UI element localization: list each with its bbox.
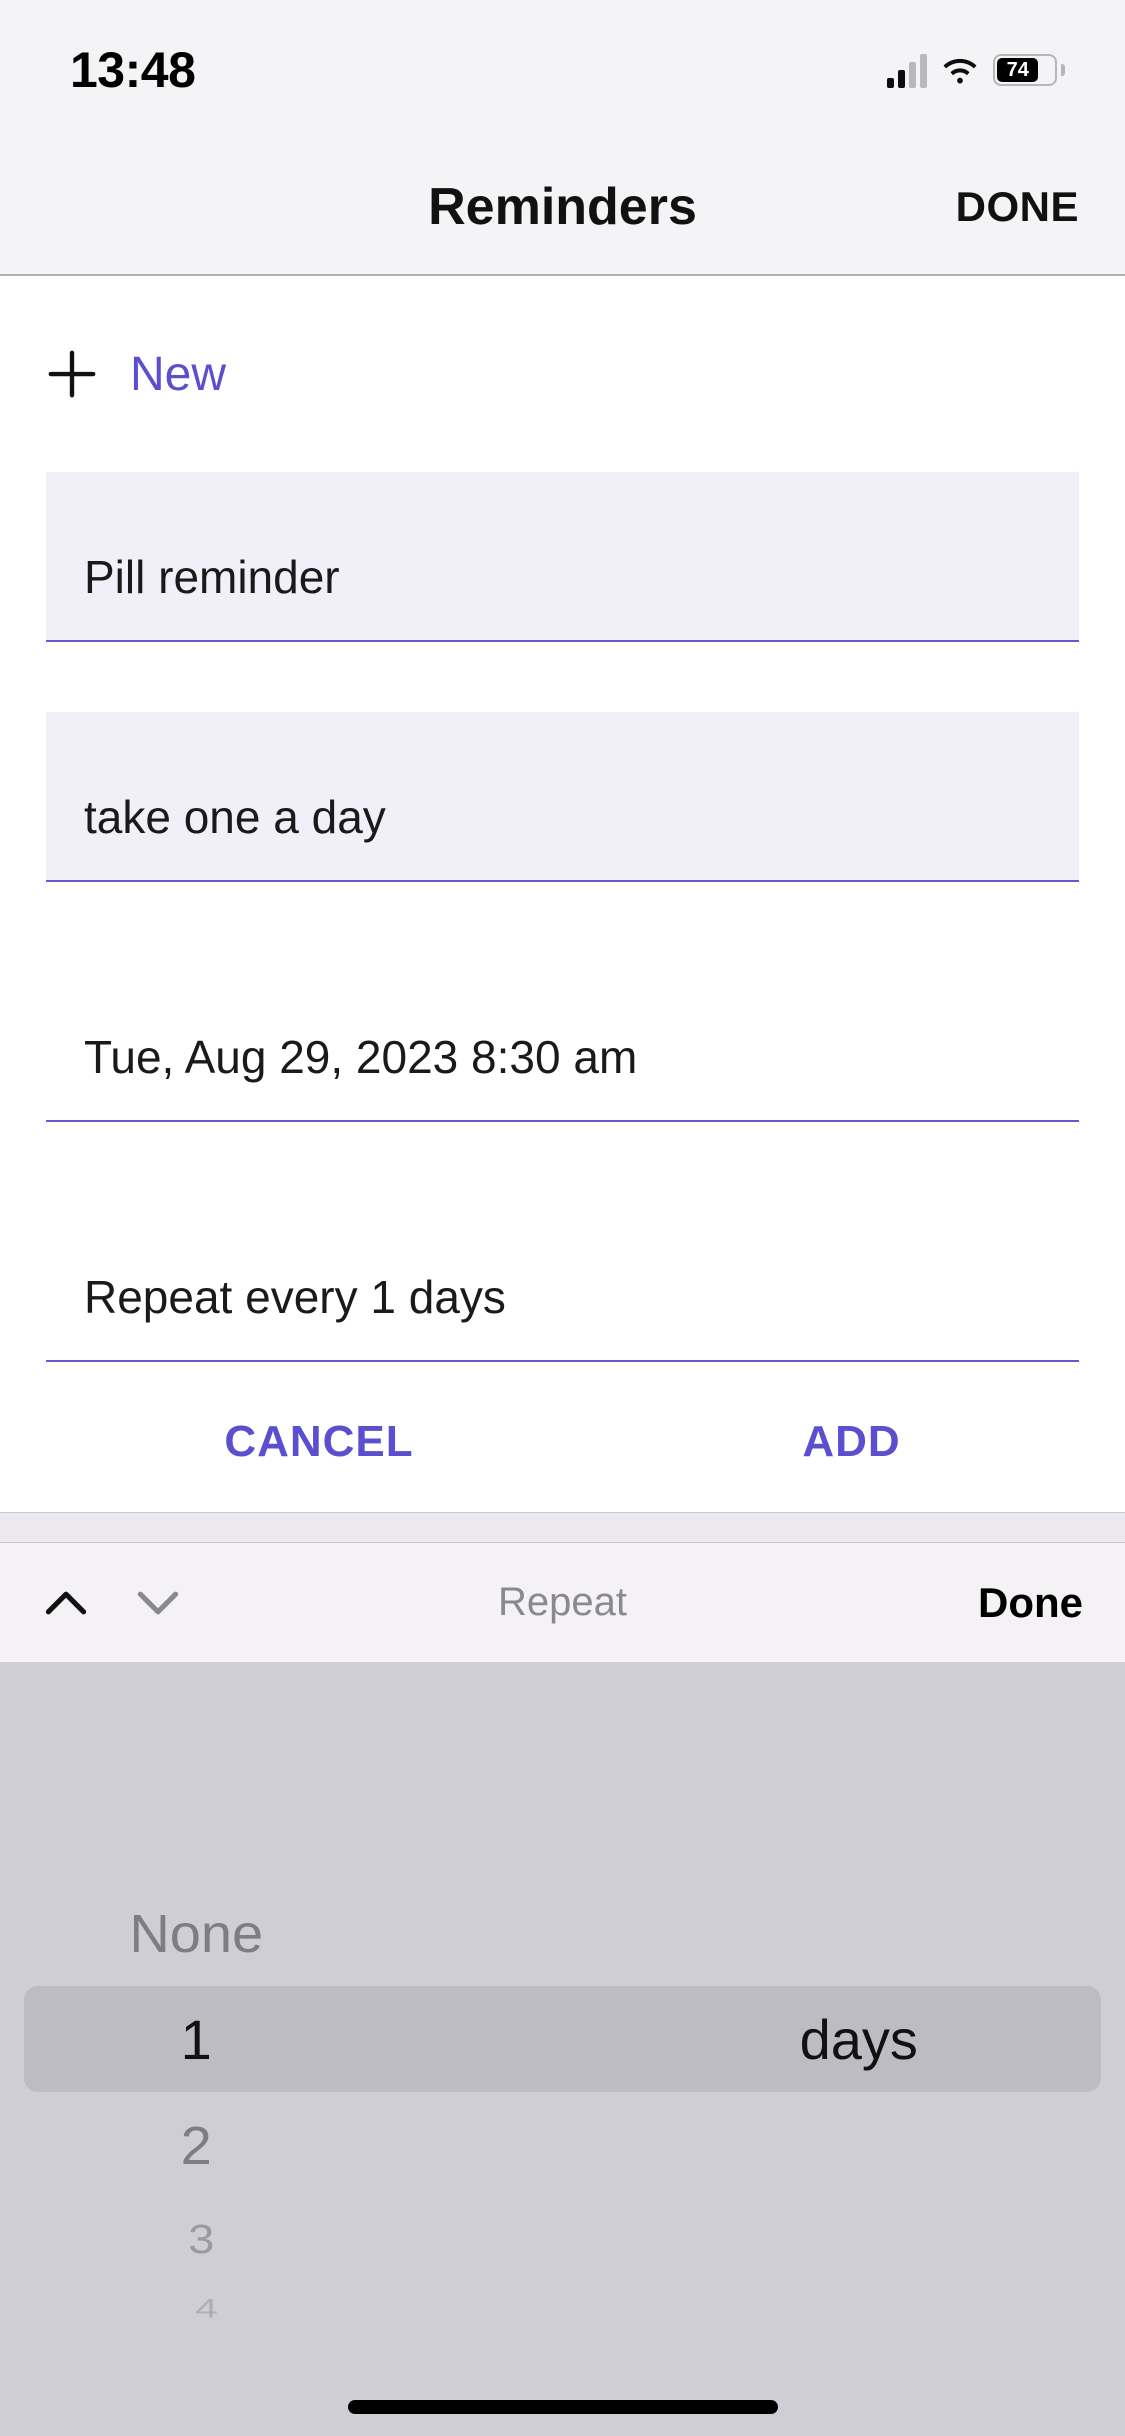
note-value: take one a day [84, 790, 386, 844]
add-button[interactable]: ADD [802, 1417, 900, 1467]
next-field-button[interactable] [134, 1579, 182, 1627]
picker-option[interactable]: 3 [17, 2205, 546, 2272]
repeat-picker[interactable]: None 1 2 3 4 days [0, 1662, 1125, 2436]
picker-option-selected[interactable]: days [563, 1986, 1125, 2092]
status-time: 13:48 [70, 41, 195, 99]
plus-icon [44, 346, 100, 402]
page-title: Reminders [428, 177, 697, 237]
accessory-done-button[interactable]: Done [978, 1579, 1083, 1627]
battery-icon: 74 [993, 54, 1065, 86]
picker-option-selected[interactable]: 1 [0, 1986, 563, 2092]
title-field[interactable]: Pill reminder [46, 472, 1079, 642]
datetime-value: Tue, Aug 29, 2023 8:30 am [84, 1030, 637, 1084]
cellular-icon [887, 52, 927, 88]
picker-option[interactable]: 2 [0, 2094, 563, 2196]
picker-option[interactable]: None [0, 1882, 563, 1984]
done-button[interactable]: DONE [956, 183, 1079, 231]
wifi-icon [939, 53, 981, 87]
new-label: New [130, 347, 226, 402]
cancel-button[interactable]: CANCEL [224, 1417, 413, 1467]
input-accessory: Repeat Done [0, 1542, 1125, 1662]
status-icons: 74 [887, 52, 1065, 88]
picker-option[interactable]: 4 [34, 2292, 529, 2324]
repeat-field[interactable]: Repeat every 1 days [46, 1192, 1079, 1362]
new-reminder-button[interactable]: New [0, 276, 1125, 472]
accessory-title: Repeat [498, 1580, 627, 1625]
picker-number-column[interactable]: None 1 2 3 4 [0, 1662, 563, 2436]
picker-unit-column[interactable]: days [563, 1662, 1125, 2436]
title-value: Pill reminder [84, 550, 340, 604]
home-indicator[interactable] [348, 2400, 778, 2414]
nav-bar: Reminders DONE [0, 140, 1125, 276]
prev-field-button[interactable] [42, 1579, 90, 1627]
datetime-field[interactable]: Tue, Aug 29, 2023 8:30 am [46, 952, 1079, 1122]
note-field[interactable]: take one a day [46, 712, 1079, 882]
repeat-value: Repeat every 1 days [84, 1270, 506, 1324]
status-bar: 13:48 74 [0, 0, 1125, 140]
